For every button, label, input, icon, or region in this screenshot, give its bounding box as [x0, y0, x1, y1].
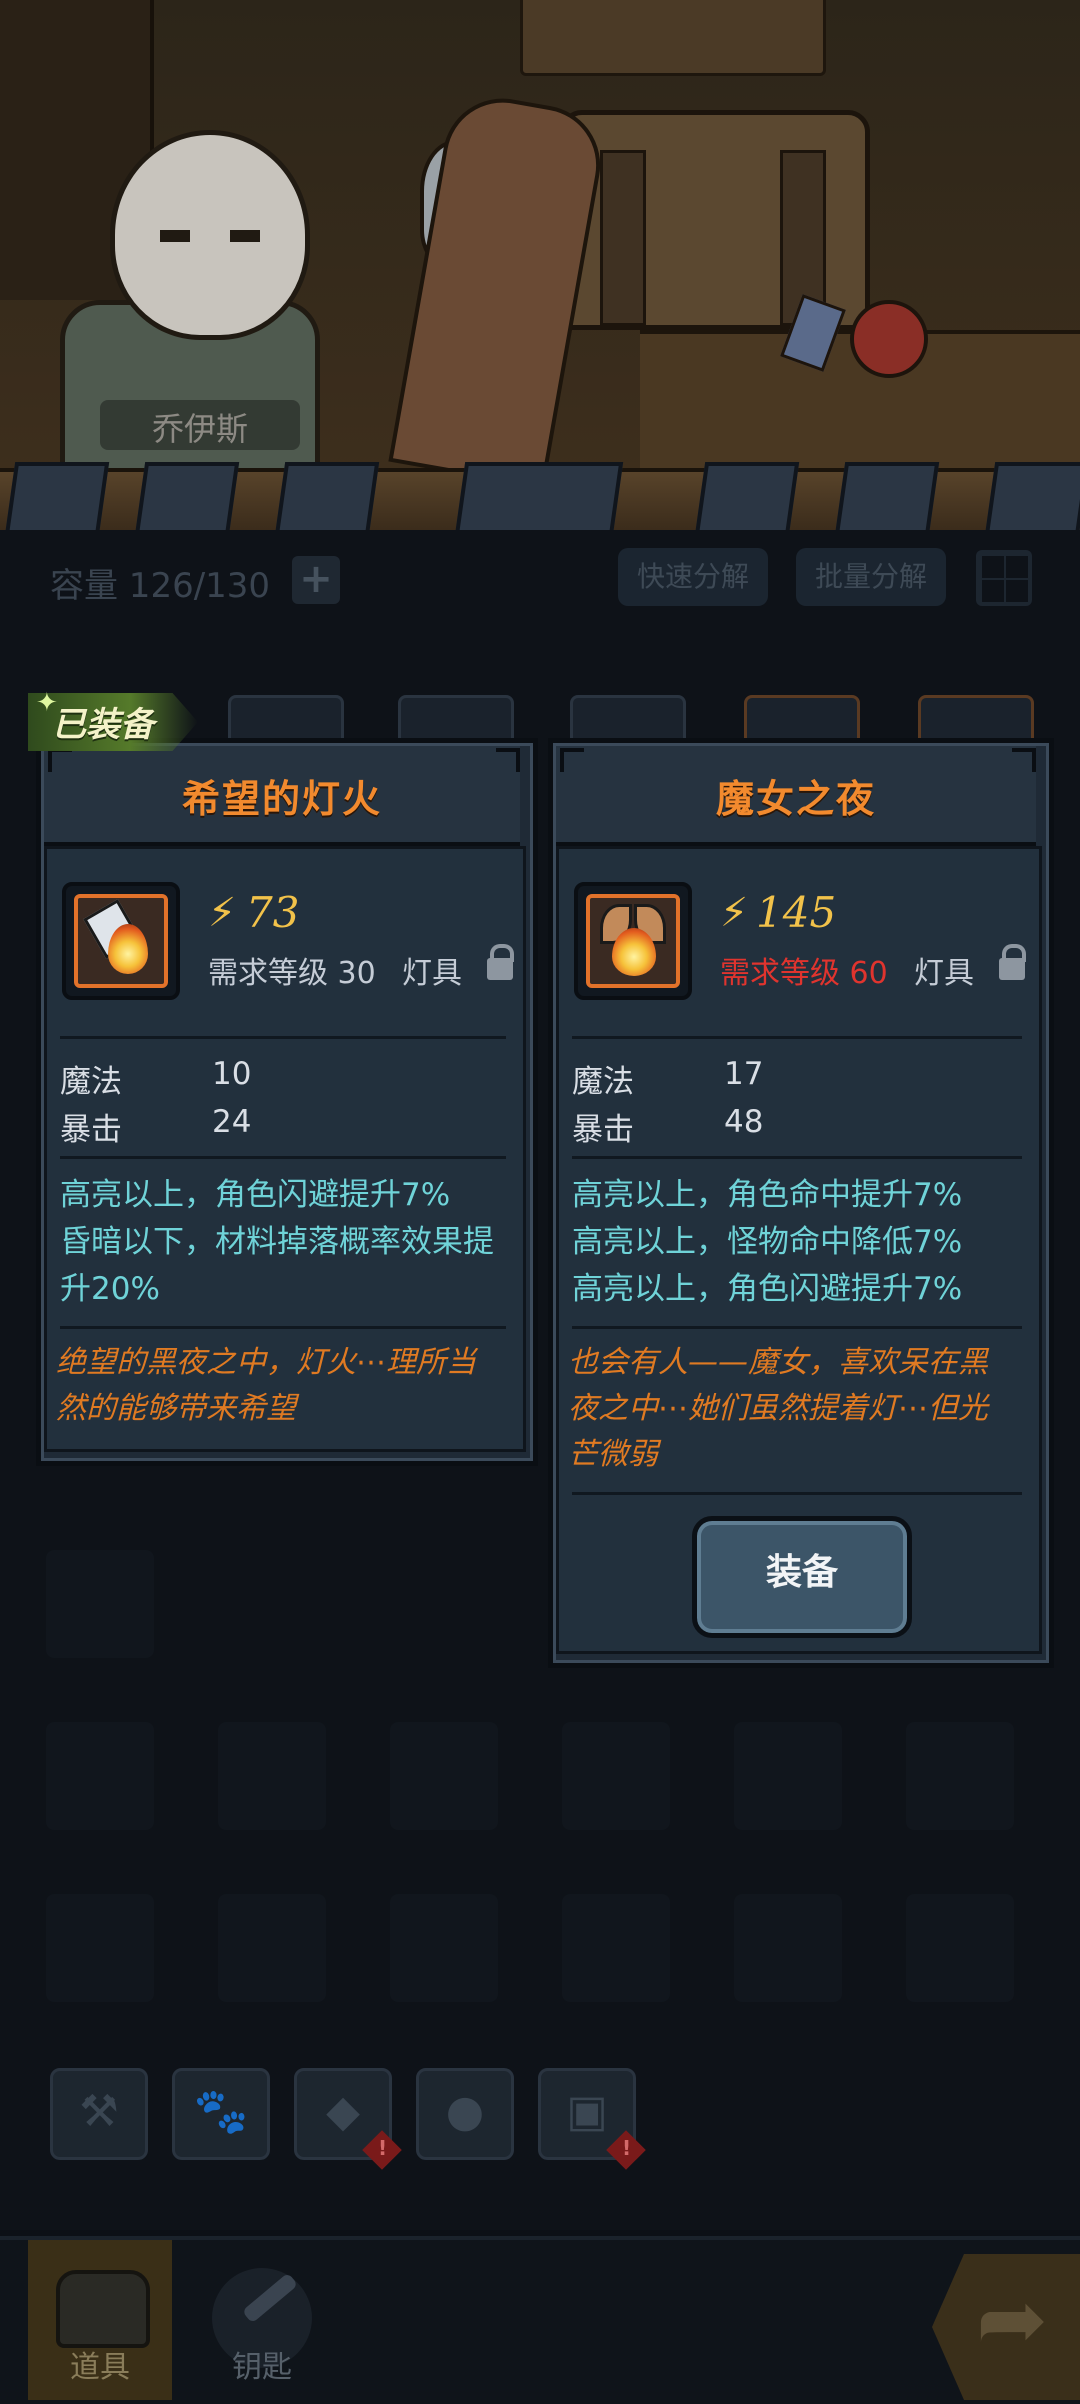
effect-line: 高亮以上，怪物命中降低7%: [572, 1224, 963, 1260]
potion-bottle: [850, 300, 928, 378]
item-slot[interactable]: [390, 1722, 498, 1830]
stat-name: 暴击: [60, 1112, 122, 1148]
item-slot[interactable]: [906, 1894, 1014, 2002]
character-name: 乔伊斯: [151, 410, 248, 448]
flavor-text: 芒微弱: [568, 1437, 658, 1472]
item-slot[interactable]: [562, 1894, 670, 2002]
level-requirement: 需求等级 30: [208, 956, 376, 991]
effect-line: 高亮以上，角色命中提升7%: [572, 1177, 963, 1213]
item-type: 灯具: [914, 956, 974, 991]
effect-line: 升20%: [60, 1271, 160, 1307]
item-icon-frame: [574, 882, 692, 1000]
item-title: 魔女之夜: [715, 777, 876, 821]
character-head: [110, 130, 310, 340]
equipped-label: 已装备: [52, 705, 154, 745]
batch-dismantle-button[interactable]: 批量分解: [796, 548, 946, 606]
item-slot[interactable]: [218, 1894, 326, 2002]
item-slot[interactable]: [390, 1894, 498, 2002]
grid-icon[interactable]: [976, 550, 1032, 606]
effect-line: 高亮以上，角色闪避提升7%: [572, 1271, 963, 1307]
stat-value: 24: [212, 1104, 252, 1140]
flavor-text: 然的能够带来希望: [56, 1391, 296, 1426]
power-icon: ⚡: [208, 890, 237, 936]
item-slot[interactable]: [46, 1894, 154, 2002]
pet-category-icon[interactable]: 🐾: [172, 2068, 270, 2160]
plus-icon[interactable]: +: [292, 556, 340, 604]
item-slot[interactable]: [218, 1722, 326, 1830]
stat-name: 魔法: [60, 1064, 122, 1100]
stat-name: 暴击: [572, 1112, 634, 1148]
flavor-text: 绝望的黑夜之中，灯火⋯理所当: [56, 1345, 476, 1380]
item-slot[interactable]: [734, 1894, 842, 2002]
item-power: 73: [246, 888, 300, 937]
arm: [388, 89, 610, 470]
nav-tab-keys-label: 钥匙: [232, 2350, 292, 2385]
item-type: 灯具: [402, 956, 462, 991]
character-scene: 乔伊斯: [0, 0, 1080, 470]
stat-value: 10: [212, 1056, 252, 1092]
material-category-icon[interactable]: ●: [416, 2068, 514, 2160]
item-slot[interactable]: [46, 1722, 154, 1830]
backpack-icon: [56, 2270, 150, 2348]
item-slot[interactable]: [562, 1722, 670, 1830]
capacity-label: 容量 126/130: [50, 566, 271, 606]
stat-name: 魔法: [572, 1064, 634, 1100]
item-power: 145: [756, 888, 837, 937]
stat-value: 17: [724, 1056, 764, 1092]
lock-icon[interactable]: [996, 942, 1032, 984]
item-slot[interactable]: [734, 1722, 842, 1830]
stat-value: 48: [724, 1104, 764, 1140]
item-title: 希望的灯火: [181, 777, 382, 821]
equip-button[interactable]: 装备: [692, 1516, 912, 1638]
shelf: [520, 0, 826, 76]
effect-line: 高亮以上，角色闪避提升7%: [60, 1177, 451, 1213]
effect-line: 昏暗以下，材料掉落概率效果提: [60, 1224, 494, 1260]
level-requirement: 需求等级 60: [720, 956, 888, 991]
flavor-text: 夜之中⋯她们虽然提着灯⋯但光: [568, 1391, 988, 1426]
quick-dismantle-button[interactable]: 快速分解: [618, 548, 768, 606]
lantern-icon: [108, 924, 148, 974]
lock-icon[interactable]: [484, 942, 520, 984]
nav-tab-items-label: 道具: [70, 2350, 130, 2385]
flavor-text: 也会有人——魔女，喜欢呆在黑: [568, 1345, 988, 1380]
item-slot[interactable]: [906, 1722, 1014, 1830]
item-slot[interactable]: [46, 1550, 154, 1658]
item-icon-frame: [62, 882, 180, 1000]
weapon-category-icon[interactable]: ⚒: [50, 2068, 148, 2160]
power-icon: ⚡: [720, 890, 749, 936]
share-arrow-icon: ➦: [976, 2270, 1049, 2370]
